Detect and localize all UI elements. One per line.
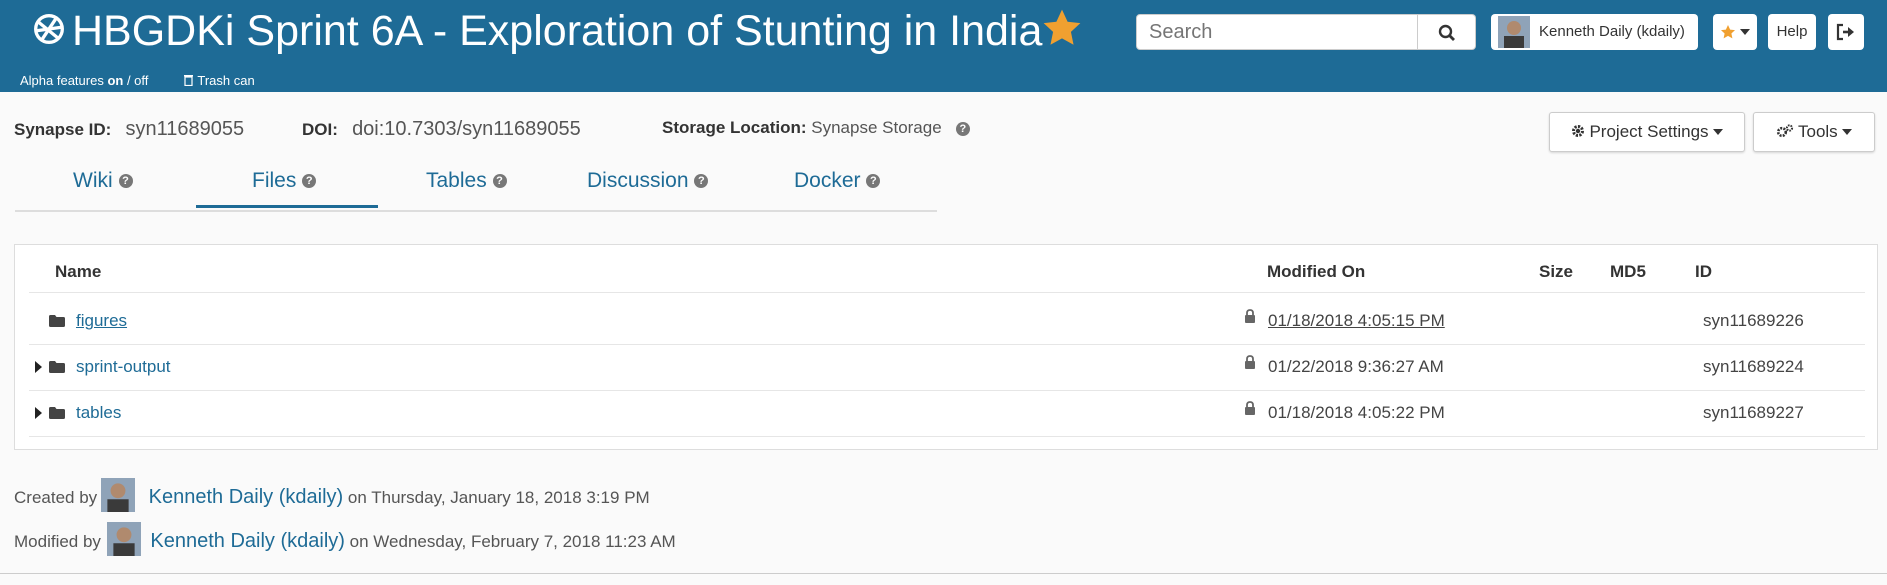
column-header-size[interactable]: Size xyxy=(1539,262,1573,282)
sign-out-icon xyxy=(1836,23,1854,41)
column-header-id[interactable]: ID xyxy=(1695,262,1712,282)
trash-icon xyxy=(184,75,193,87)
column-header-md5[interactable]: MD5 xyxy=(1610,262,1646,282)
search-icon xyxy=(1438,24,1455,41)
alpha-features-toggle[interactable]: Alpha features on / off xyxy=(20,73,148,88)
favorite-star-icon[interactable] xyxy=(1041,7,1083,49)
logout-button[interactable] xyxy=(1828,14,1864,50)
star-icon xyxy=(1721,25,1735,39)
divider xyxy=(0,573,1887,574)
storage-location-label: Storage Location: xyxy=(662,118,807,137)
storage-location-value: Synapse Storage xyxy=(811,118,942,137)
tab-discussion-label: Discussion xyxy=(587,169,689,192)
created-by: Created by Kenneth Daily (kdaily) on Thu… xyxy=(14,478,650,512)
synapse-id-cell: syn11689224 xyxy=(1703,357,1804,376)
gears-icon xyxy=(1776,124,1793,138)
modified-date: on Wednesday, February 7, 2018 11:23 AM xyxy=(349,532,676,551)
search-button[interactable] xyxy=(1418,14,1476,50)
tab-wiki[interactable]: Wiki ? xyxy=(73,160,133,208)
avatar xyxy=(1498,16,1530,48)
folder-icon xyxy=(49,315,65,327)
favorites-dropdown[interactable] xyxy=(1713,14,1757,50)
lock-icon xyxy=(1245,309,1255,323)
alpha-label: Alpha features xyxy=(20,73,108,88)
synapse-id-cell: syn11689227 xyxy=(1703,403,1804,422)
tab-docker[interactable]: Docker ? xyxy=(794,160,881,208)
alpha-on-option[interactable]: on xyxy=(107,73,123,88)
column-header-modified[interactable]: Modified On xyxy=(1267,262,1365,282)
help-button[interactable]: Help xyxy=(1768,14,1816,50)
avatar[interactable] xyxy=(107,522,141,556)
synapse-id-value: syn11689055 xyxy=(125,118,245,140)
file-name-link[interactable]: figures xyxy=(76,311,127,331)
modified-by-label: Modified by xyxy=(14,532,101,551)
doi-label: DOI: xyxy=(302,120,338,139)
divider xyxy=(29,436,1865,437)
project-title: HBGDKi Sprint 6A - Exploration of Stunti… xyxy=(72,7,1043,55)
project-settings-button[interactable]: Project Settings xyxy=(1549,112,1745,152)
created-by-user-link[interactable]: Kenneth Daily (kdaily) xyxy=(149,486,344,508)
avatar[interactable] xyxy=(101,478,135,512)
created-by-label: Created by xyxy=(14,488,98,507)
files-panel xyxy=(14,244,1878,450)
help-icon[interactable]: ? xyxy=(955,121,970,136)
divider xyxy=(29,390,1865,391)
tab-tables[interactable]: Tables ? xyxy=(426,160,507,208)
help-icon[interactable]: ? xyxy=(118,174,133,189)
divider xyxy=(29,292,1865,293)
synapse-id-label: Synapse ID: xyxy=(14,120,112,139)
gear-icon xyxy=(1571,125,1584,137)
tab-discussion[interactable]: Discussion ? xyxy=(587,160,709,208)
storage-location: Storage Location: Synapse Storage ? xyxy=(662,118,970,138)
help-icon[interactable]: ? xyxy=(694,174,709,189)
alpha-off-option[interactable]: / off xyxy=(123,73,148,88)
help-icon[interactable]: ? xyxy=(492,174,507,189)
help-icon[interactable]: ? xyxy=(866,174,881,189)
modified-by: Modified by Kenneth Daily (kdaily) on We… xyxy=(14,522,676,556)
tab-wiki-label: Wiki xyxy=(73,169,113,192)
folder-icon xyxy=(49,407,65,419)
tab-tables-label: Tables xyxy=(426,169,487,192)
modified-date: 01/22/2018 9:36:27 AM xyxy=(1268,357,1444,376)
lock-icon xyxy=(1245,355,1255,369)
modified-by-user-link[interactable]: Kenneth Daily (kdaily) xyxy=(150,530,345,552)
caret-down-icon xyxy=(1740,29,1750,35)
file-name-link[interactable]: sprint-output xyxy=(76,357,171,377)
tools-button[interactable]: Tools xyxy=(1753,112,1875,152)
synapse-id-cell: syn11689226 xyxy=(1703,311,1804,330)
folder-icon xyxy=(49,361,65,373)
trash-can-label: Trash can xyxy=(197,73,255,88)
synapse-id: Synapse ID: syn11689055 xyxy=(14,118,244,141)
modified-date[interactable]: 01/18/2018 4:05:15 PM xyxy=(1268,311,1445,331)
search-input[interactable] xyxy=(1136,14,1418,50)
divider xyxy=(29,344,1865,345)
trash-can-link[interactable]: Trash can xyxy=(183,73,255,88)
caret-down-icon xyxy=(1842,129,1853,135)
expand-caret-icon[interactable] xyxy=(35,361,42,373)
doi-value: doi:10.7303/syn11689055 xyxy=(352,118,581,140)
top-navbar: HBGDKi Sprint 6A - Exploration of Stunti… xyxy=(0,0,1887,92)
doi: DOI: doi:10.7303/syn11689055 xyxy=(302,118,581,141)
user-menu-button[interactable]: Kenneth Daily (kdaily) xyxy=(1491,14,1698,50)
tab-files-label: Files xyxy=(252,169,297,192)
lock-icon xyxy=(1245,401,1255,415)
project-tabs: Wiki ? Files ? Tables ? Discussion ? Doc… xyxy=(15,160,937,212)
project-settings-label: Project Settings xyxy=(1589,122,1709,141)
user-name: Kenneth Daily (kdaily) xyxy=(1539,23,1685,40)
file-name-link[interactable]: tables xyxy=(76,403,121,423)
column-header-name[interactable]: Name xyxy=(55,262,101,282)
synapse-logo-icon[interactable] xyxy=(30,10,68,48)
expand-caret-icon[interactable] xyxy=(35,407,42,419)
modified-date: 01/18/2018 4:05:22 PM xyxy=(1268,403,1445,422)
tab-docker-label: Docker xyxy=(794,169,861,192)
tab-files[interactable]: Files ? xyxy=(196,160,378,208)
tools-label: Tools xyxy=(1798,122,1838,141)
help-icon[interactable]: ? xyxy=(302,174,317,189)
created-date: on Thursday, January 18, 2018 3:19 PM xyxy=(347,488,650,507)
caret-down-icon xyxy=(1713,129,1724,135)
